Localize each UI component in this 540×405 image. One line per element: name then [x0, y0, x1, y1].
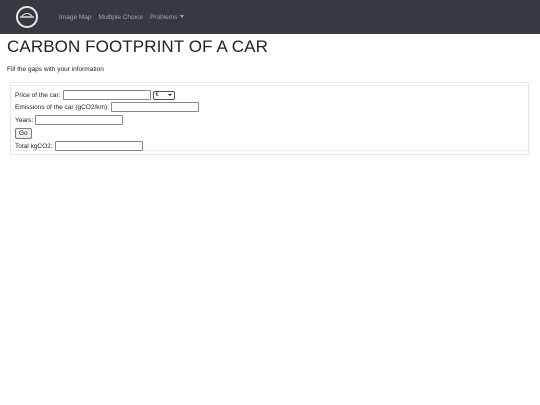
- nav-multiple-choice[interactable]: Multiple Choice: [99, 14, 143, 21]
- emissions-input[interactable]: [110, 102, 199, 112]
- chevron-down-icon: [180, 14, 185, 18]
- nav-image-map[interactable]: Image Map: [59, 14, 92, 21]
- emissions-row: Emissions of the car (gCO2/km):: [15, 102, 199, 112]
- years-input[interactable]: [35, 115, 124, 125]
- form-panel-body: Price of the car: € Emissions of the car…: [11, 85, 527, 151]
- nav-problems-label: Problems: [149, 13, 178, 21]
- go-row: Go: [15, 128, 32, 139]
- total-label: Total kgCO2:: [15, 142, 53, 150]
- nav-problems-dropdown[interactable]: Problems: [149, 13, 185, 21]
- currency-select[interactable]: €: [152, 90, 175, 100]
- go-button[interactable]: Go: [15, 128, 32, 139]
- currency-selected-value: €: [155, 92, 159, 98]
- years-row: Years:: [15, 115, 124, 125]
- emissions-label: Emissions of the car (gCO2/km):: [15, 103, 109, 111]
- page-subtitle: Fill the gaps with your information: [7, 66, 104, 73]
- price-input[interactable]: [62, 90, 151, 100]
- price-label: Price of the car:: [15, 91, 61, 99]
- brand-logo[interactable]: [16, 6, 38, 28]
- price-row: Price of the car: €: [15, 90, 175, 100]
- brand-logo-icon: [20, 13, 34, 18]
- chevron-down-icon: [167, 94, 172, 96]
- years-label: Years:: [15, 116, 34, 124]
- navbar: Image Map Multiple Choice Problems: [0, 0, 540, 34]
- page-title: CARBON FOOTPRINT OF A CAR: [7, 37, 268, 56]
- form-panel: Price of the car: € Emissions of the car…: [10, 82, 529, 155]
- total-row: Total kgCO2:: [15, 141, 143, 151]
- total-output[interactable]: [54, 141, 143, 151]
